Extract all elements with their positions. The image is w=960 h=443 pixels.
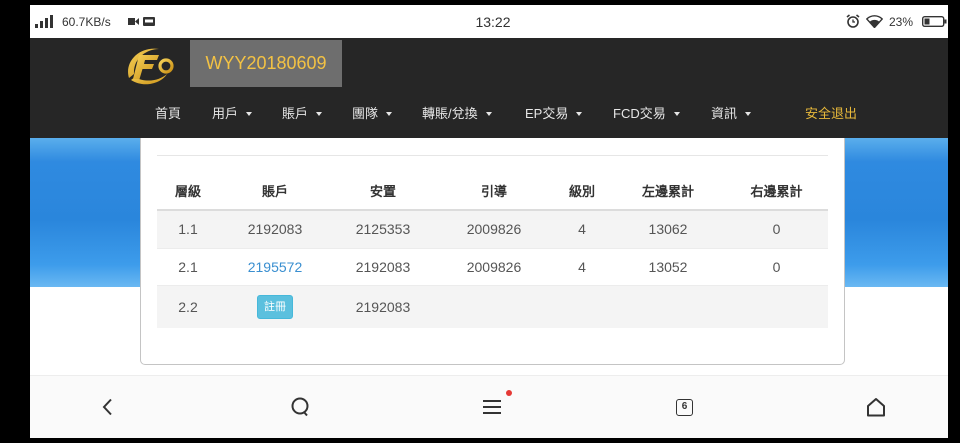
divider: [157, 155, 828, 156]
search-icon[interactable]: [289, 396, 311, 418]
home-icon[interactable]: [865, 396, 887, 418]
caret-down-icon: [386, 112, 393, 116]
cell-left-total: 13052: [611, 247, 725, 285]
cell-placement: 2192083: [331, 284, 435, 328]
nav-label: 轉賬/兌換: [422, 106, 478, 121]
caret-down-icon: [576, 112, 583, 116]
signal-icon: [35, 14, 55, 28]
column-header-account: 賬戶: [219, 172, 331, 211]
cell-referrer: 2009826: [435, 247, 553, 285]
cell-referrer: [435, 284, 553, 328]
status-bar: 60.7KB/s 13:22 23%: [30, 5, 948, 38]
message-icon: [143, 17, 155, 26]
network-panel: 層級 賬戶 安置 引導 級別 左邊累計 右邊累計 1.1 2192083 212…: [140, 138, 845, 365]
cell-right-total: 0: [725, 210, 828, 248]
clock-time: 13:22: [475, 14, 511, 30]
column-header-referrer: 引導: [435, 172, 553, 211]
wifi-icon: [866, 15, 883, 28]
main-content: 層級 賬戶 安置 引導 級別 左邊累計 右邊累計 1.1 2192083 212…: [30, 138, 948, 375]
back-icon[interactable]: [97, 396, 119, 418]
cell-left-total: [611, 284, 725, 328]
username-label: WYY20180609: [190, 40, 342, 87]
cell-account: 註冊: [219, 284, 331, 328]
nav-news-menu[interactable]: 資訊: [711, 105, 752, 123]
column-header-level: 層級: [157, 172, 219, 211]
nav-fcd-trade-menu[interactable]: FCD交易: [613, 105, 680, 123]
column-header-right-total: 右邊累計: [725, 172, 828, 211]
caret-down-icon: [316, 112, 323, 116]
battery-percentage: 23%: [889, 15, 914, 29]
fc-logo-icon[interactable]: [123, 44, 177, 88]
browser-bottom-bar: 6: [30, 375, 948, 438]
nav-transfer-menu[interactable]: 轉賬/兌換: [422, 105, 492, 123]
cell-level: 2.1: [157, 247, 219, 285]
column-header-rank: 級別: [553, 172, 611, 211]
nav-user-menu[interactable]: 用戶: [212, 105, 253, 123]
site-header: WYY20180609 首頁 用戶 賬戶 團隊 轉賬/兌換 EP交易 FCD交易: [30, 38, 948, 138]
column-header-left-total: 左邊累計: [611, 172, 725, 211]
phone-screen: 60.7KB/s 13:22 23% WYY20180609 首頁 用戶 賬戶 …: [30, 5, 948, 438]
cell-placement: 2125353: [331, 210, 435, 248]
table-row: 2.1 2195572 2192083 2009826 4 13052 0: [157, 247, 828, 285]
network-table: 層級 賬戶 安置 引導 級別 左邊累計 右邊累計 1.1 2192083 212…: [157, 172, 828, 328]
nav-label: 首頁: [155, 106, 182, 121]
nav-label: 用戶: [212, 106, 239, 121]
register-button[interactable]: 註冊: [257, 294, 293, 319]
cell-rank: 4: [553, 210, 611, 248]
tabs-icon[interactable]: 6: [676, 399, 693, 416]
nav-ep-trade-menu[interactable]: EP交易: [525, 105, 583, 123]
cell-rank: [553, 284, 611, 328]
caret-down-icon: [745, 112, 752, 116]
nav-team-menu[interactable]: 團隊: [352, 105, 393, 123]
nav-label: 資訊: [711, 106, 738, 121]
table-row: 2.2 註冊 2192083: [157, 284, 828, 328]
notification-dot-icon: [506, 390, 512, 396]
account-link[interactable]: 2195572: [248, 259, 303, 275]
nav-home[interactable]: 首頁: [155, 105, 181, 123]
table-row: 1.1 2192083 2125353 2009826 4 13062 0: [157, 210, 828, 248]
battery-icon: [922, 16, 947, 27]
cell-placement: 2192083: [331, 247, 435, 285]
nav-label: FCD交易: [613, 106, 666, 121]
nav-label: EP交易: [525, 106, 569, 121]
caret-down-icon: [485, 112, 492, 116]
table-header-row: 層級 賬戶 安置 引導 級別 左邊累計 右邊累計: [157, 172, 828, 211]
cell-referrer: 2009826: [435, 210, 553, 248]
cell-right-total: [725, 284, 828, 328]
nav-label: 安全退出: [805, 106, 858, 121]
menu-icon[interactable]: [481, 396, 503, 418]
alarm-icon: [846, 14, 860, 28]
nav-logout[interactable]: 安全退出: [805, 105, 857, 123]
nav-label: 團隊: [352, 106, 379, 121]
caret-down-icon: [673, 112, 680, 116]
cell-rank: 4: [553, 247, 611, 285]
caret-down-icon: [246, 112, 253, 116]
cell-account: 2192083: [219, 210, 331, 248]
cell-level: 2.2: [157, 284, 219, 328]
network-speed: 60.7KB/s: [62, 15, 111, 29]
video-icon: [128, 17, 139, 26]
cell-level: 1.1: [157, 210, 219, 248]
nav-label: 賬戶: [282, 106, 309, 121]
nav-account-menu[interactable]: 賬戶: [282, 105, 323, 123]
column-header-placement: 安置: [331, 172, 435, 211]
cell-right-total: 0: [725, 247, 828, 285]
cell-account: 2195572: [219, 247, 331, 285]
cell-left-total: 13062: [611, 210, 725, 248]
